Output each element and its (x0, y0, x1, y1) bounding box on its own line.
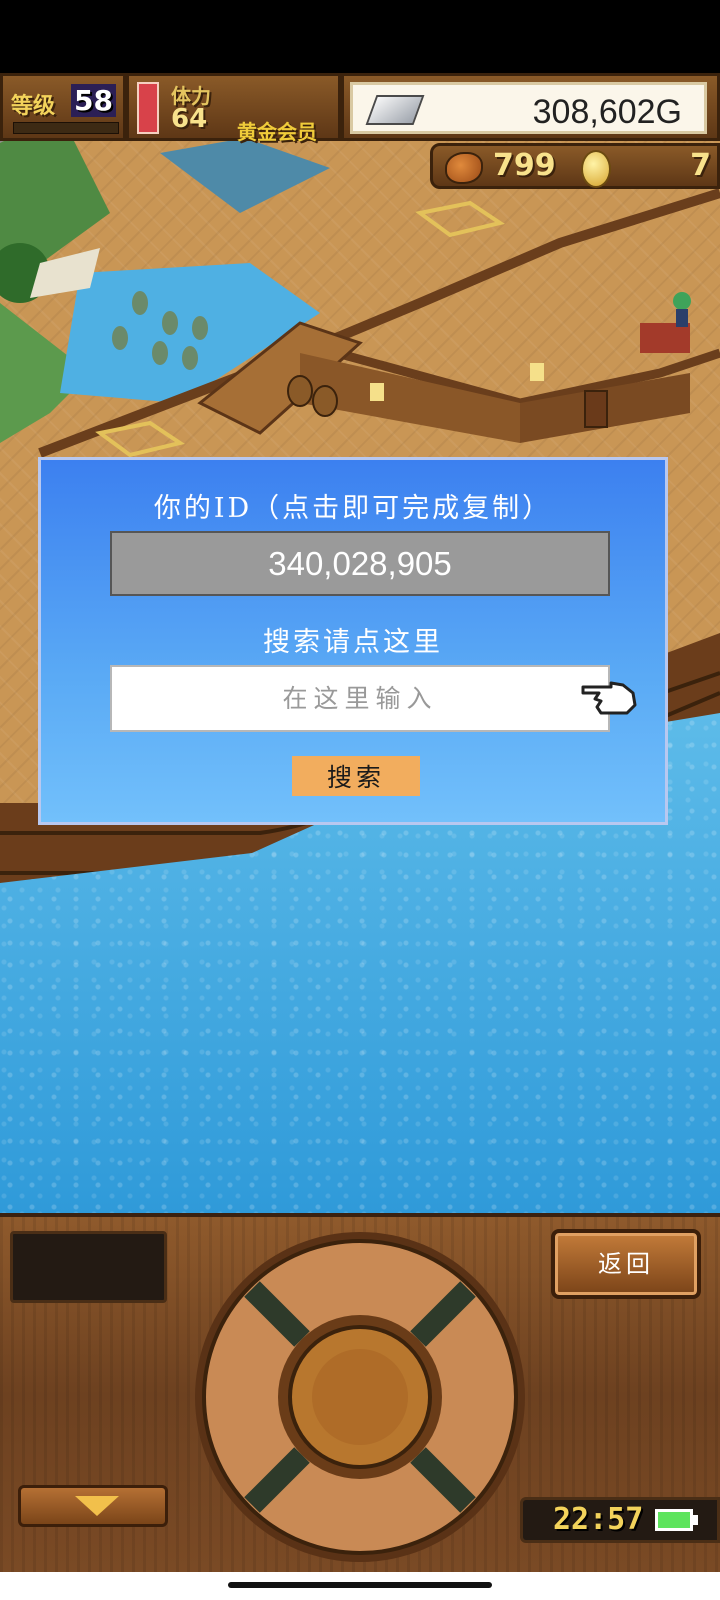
barrel (312, 385, 338, 417)
search-id-input[interactable] (110, 665, 610, 732)
stamina-panel: 体力 64 黄金会员 (126, 73, 341, 144)
menu-toggle-button[interactable] (18, 1485, 168, 1527)
npc-rug (640, 323, 690, 353)
money-panel: 308,602G (341, 73, 720, 141)
blue-platform (160, 138, 330, 213)
npc-character[interactable] (673, 292, 691, 310)
control-panel: 返回 22:57 (0, 1213, 720, 1572)
info-screen (10, 1231, 167, 1303)
home-indicator-area (0, 1572, 720, 1600)
back-button[interactable]: 返回 (551, 1229, 701, 1299)
medal-coin-icon (581, 150, 611, 188)
level-label: 等级 (11, 94, 56, 119)
friend-search-dialog: 你的ID（点击即可完成复制） 340,028,905 搜索请点这里 搜索 (38, 457, 668, 825)
experience-bar (13, 122, 119, 134)
battery-icon (655, 1509, 693, 1531)
clock: 22:57 (553, 1502, 644, 1537)
search-button[interactable]: 搜索 (292, 756, 420, 796)
down-arrow-icon (75, 1496, 119, 1516)
money-value: 308,602G (532, 93, 682, 131)
medal-value: 7 (690, 148, 711, 183)
your-id-label: 你的ID（点击即可完成复制） (153, 493, 553, 524)
lantern (530, 363, 544, 381)
npc-body (676, 309, 688, 327)
silver-ingot-icon (365, 95, 425, 125)
level-panel: 等级 58 (0, 73, 126, 141)
pointing-hand-icon (581, 681, 637, 715)
resource-panel: 799 7 (430, 143, 720, 189)
stamina-value: 64 (171, 104, 208, 134)
door (584, 390, 608, 428)
membership-badge: 黄金会员 (237, 120, 317, 144)
lantern (370, 383, 384, 401)
food-value: 799 (493, 148, 556, 183)
hatch (415, 200, 505, 238)
home-indicator[interactable] (228, 1582, 492, 1588)
food-icon (445, 152, 483, 184)
level-value: 58 (71, 84, 116, 117)
money-display: 308,602G (350, 82, 707, 134)
status-bar-area (0, 0, 720, 73)
barrel (287, 375, 313, 407)
clock-panel: 22:57 (520, 1497, 720, 1543)
dpad-center-shade (312, 1349, 408, 1445)
stamina-gauge (137, 82, 159, 134)
battery-tip (693, 1515, 698, 1525)
search-hint-label: 搜索请点这里 (263, 627, 443, 658)
directional-pad[interactable] (190, 1227, 530, 1567)
your-id-copy-box[interactable]: 340,028,905 (110, 531, 610, 596)
